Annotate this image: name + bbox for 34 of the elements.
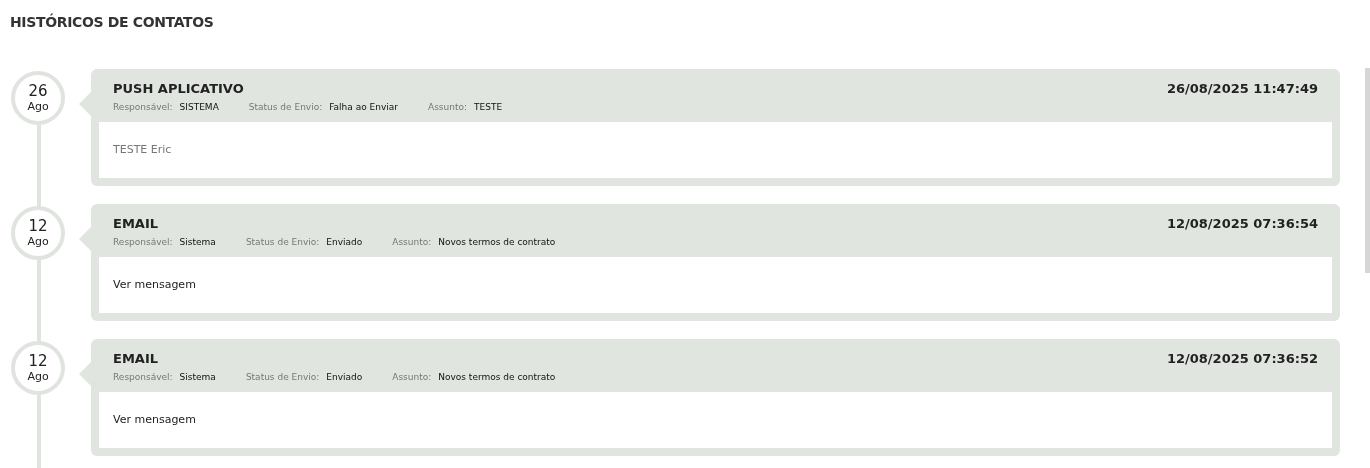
- field-label: Responsável:: [113, 100, 173, 114]
- field-label: Responsável:: [113, 370, 173, 384]
- channel-title: PUSH APLICATIVO: [113, 80, 244, 98]
- field-label: Status de Envio:: [245, 235, 320, 249]
- date-day: 26: [28, 84, 48, 99]
- field-label: Assunto:: [392, 370, 432, 384]
- datetime: 12/08/2025 07:36:54: [1166, 215, 1318, 233]
- view-message-link[interactable]: Ver mensagem: [113, 413, 196, 426]
- page-title: HISTÓRICOS DE CONTATOS: [10, 12, 214, 32]
- datetime: 12/08/2025 07:36:52: [1166, 350, 1318, 368]
- field-value: Sistema: [179, 235, 216, 249]
- field-value: Enviado: [326, 235, 363, 249]
- field-value: SISTEMA: [179, 100, 219, 114]
- datetime: 26/08/2025 11:47:49: [1166, 80, 1318, 98]
- field-value: Novos termos de contrato: [438, 235, 556, 249]
- field-label: Responsável:: [113, 235, 173, 249]
- field-label: Status de Envio:: [245, 370, 320, 384]
- channel-title: EMAIL: [113, 350, 158, 368]
- field-label: Assunto:: [392, 235, 432, 249]
- field-value: Falha ao Enviar: [329, 100, 398, 114]
- channel-title: EMAIL: [113, 215, 158, 233]
- date-day: 12: [28, 219, 48, 234]
- date-month: Ago: [27, 236, 49, 247]
- field-label: Assunto:: [427, 100, 467, 114]
- view-message-link[interactable]: Ver mensagem: [113, 278, 196, 291]
- date-day: 12: [28, 354, 48, 369]
- message-text: TESTE Eric: [113, 143, 172, 156]
- field-value: Enviado: [326, 370, 363, 384]
- field-value: TESTE: [474, 100, 503, 114]
- field-label: Status de Envio:: [248, 100, 323, 114]
- field-value: Novos termos de contrato: [438, 370, 556, 384]
- date-month: Ago: [27, 371, 49, 382]
- date-month: Ago: [27, 101, 49, 112]
- field-value: Sistema: [179, 370, 216, 384]
